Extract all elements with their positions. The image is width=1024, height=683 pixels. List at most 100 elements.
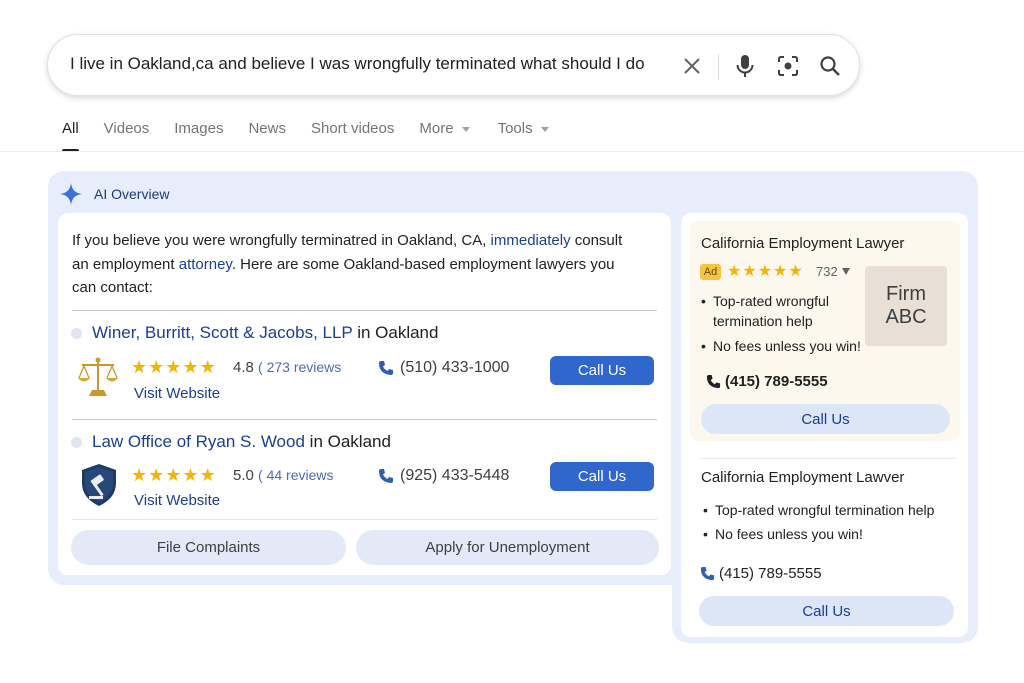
firm-name-1: Winer, Burritt, Scott & Jacobs, LLP in O… [92, 323, 438, 343]
tab-news[interactable]: News [248, 120, 286, 152]
intro-text: If you believe you were wrongfully termi… [72, 232, 491, 249]
star-icon: ★ [165, 465, 182, 485]
bullet-text: Top-rated wrongful termination help [715, 502, 935, 518]
star-rating: ★ ★ ★ ★ ★ [727, 263, 803, 281]
reviews-link[interactable]: ( 44 reviews [258, 467, 333, 483]
star-icon: ★ [131, 357, 148, 377]
star-icon: ★ [199, 465, 216, 485]
bullet-text: No fees unless you win! [713, 338, 861, 354]
ad-call-us-button[interactable]: Call Us [699, 596, 954, 626]
ad-title[interactable]: California Employment Lawyer [701, 235, 904, 252]
ad-bullet: No fees unless you win! [701, 336, 861, 356]
ai-overview-header: AI Overview [60, 183, 169, 205]
star-icon: ★ [742, 263, 757, 280]
tab-label: Short videos [310, 120, 395, 137]
ai-overview-intro: If you believe you were wrongfully termi… [72, 229, 632, 300]
tab-label: Tools [497, 120, 533, 137]
visit-website-link[interactable]: Visit Website [134, 492, 220, 509]
ad-bullet: Top-rated wrongful termination help [703, 500, 935, 520]
tab-label: All [62, 120, 79, 137]
firm-logo: Firm ABC [865, 266, 947, 346]
logo-text: Firm [886, 283, 926, 305]
divider [72, 310, 657, 311]
phone-number[interactable]: (510) 433-1000 [378, 359, 509, 377]
divider [72, 419, 657, 420]
chevron-down-icon [540, 127, 549, 132]
star-rating: ★ ★ ★ ★ ★ [131, 466, 216, 484]
chevron-down-icon [461, 127, 470, 132]
ai-overview-title: AI Overview [94, 186, 170, 202]
file-complaints-button[interactable]: File Complaints [71, 530, 346, 565]
tab-images[interactable]: Images [174, 120, 223, 152]
star-icon: ★ [727, 263, 742, 280]
firm-location: in Oakland [352, 323, 439, 342]
rating-value: 5.0 ( 44 reviews [233, 467, 334, 484]
lens-icon[interactable] [776, 54, 800, 78]
tab-all[interactable]: All [62, 120, 79, 152]
star-icon: ★ [757, 263, 773, 280]
firm-name-2: Law Office of Ryan S. Wood in Oakland [92, 432, 391, 452]
search-divider [718, 54, 719, 80]
search-tabs: All Videos Images News Short videos More… [62, 120, 574, 152]
ad-review-count[interactable]: 732 [816, 264, 850, 279]
phone-text: (510) 433-1000 [400, 359, 510, 376]
list-bullet [71, 437, 82, 448]
immediately-link[interactable]: immediately [491, 232, 571, 249]
phone-text: (925) 433-5448 [400, 467, 510, 484]
visit-website-link[interactable]: Visit Website [134, 385, 220, 402]
bullet-text: No fees unless you win! [715, 526, 863, 542]
scales-of-justice-icon [78, 357, 118, 396]
triangle-down-icon [841, 268, 850, 275]
attorney-link[interactable]: attorney [179, 256, 232, 273]
ad-phone[interactable]: (415) 789-5555 [700, 565, 822, 582]
star-icon: ★ [788, 263, 803, 280]
rating-number: 4.8 [233, 359, 254, 376]
ad-title[interactable]: California Employment Lawver [701, 469, 904, 486]
ad-badge: Ad [700, 264, 721, 280]
call-us-button[interactable]: Call Us [550, 462, 654, 491]
divider [72, 519, 657, 520]
ad-call-us-button[interactable]: Call Us [701, 404, 950, 434]
search-icon[interactable] [818, 54, 842, 78]
star-icon: ★ [182, 465, 199, 485]
phone-icon [700, 566, 715, 581]
bullet-text: Top-rated wrongful [713, 293, 829, 309]
divider [700, 458, 955, 459]
apply-unemployment-button[interactable]: Apply for Unemployment [356, 530, 659, 565]
firm-link[interactable]: Law Office of Ryan S. Wood [92, 432, 305, 451]
shield-gavel-icon [82, 464, 116, 506]
rating-value: 4.8 ( 273 reviews [233, 359, 341, 376]
phone-icon [706, 374, 721, 389]
tab-short-videos[interactable]: Short videos [311, 120, 394, 152]
tab-videos[interactable]: Videos [104, 120, 150, 152]
star-icon: ★ [182, 357, 199, 377]
rating-number: 5.0 [233, 467, 254, 484]
ad-bullet: Top-rated wrongful termination help [701, 291, 829, 331]
phone-number[interactable]: (925) 433-5448 [378, 467, 509, 485]
phone-icon [379, 361, 393, 375]
tab-label: Videos [103, 120, 150, 137]
star-icon: ★ [165, 357, 182, 377]
star-icon: ★ [199, 357, 216, 377]
firm-location: in Oakland [304, 432, 391, 451]
microphone-icon[interactable] [733, 54, 757, 78]
tab-label: More [419, 120, 454, 137]
sparkle-icon [60, 183, 82, 205]
logo-text: ABC [885, 306, 927, 328]
phone-icon [379, 469, 393, 483]
list-bullet [71, 328, 82, 339]
close-icon[interactable] [680, 54, 704, 78]
call-us-button[interactable]: Call Us [550, 356, 654, 385]
star-icon: ★ [148, 465, 165, 485]
reviews-link[interactable]: ( 273 reviews [258, 359, 341, 375]
phone-text: (415) 789-5555 [719, 565, 822, 582]
search-input[interactable]: I live in Oakland,ca and believe I was w… [70, 54, 670, 74]
tab-more[interactable]: More [419, 120, 470, 152]
search-bar[interactable]: I live in Oakland,ca and believe I was w… [47, 34, 860, 96]
ad-phone[interactable]: (415) 789-5555 [706, 373, 828, 390]
phone-text: (415) 789-5555 [725, 373, 828, 390]
tab-tools[interactable]: Tools [498, 120, 549, 152]
firm-link[interactable]: Winer, Burritt, Scott & Jacobs, LLP [92, 323, 352, 342]
tabs-divider [0, 151, 1024, 152]
tab-label: News [248, 120, 286, 137]
